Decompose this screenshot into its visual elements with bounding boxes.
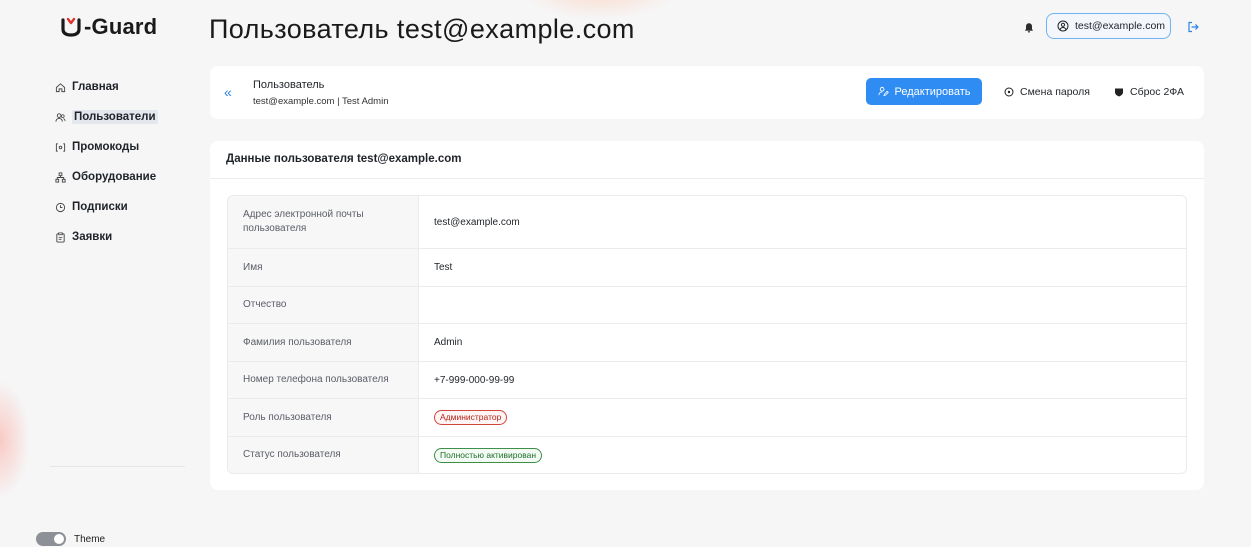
field-label: Адрес электронной почты пользователя [228,196,419,248]
table-row: Адрес электронной почты пользователя tes… [228,196,1186,248]
table-row: Фамилия пользователя Admin [228,323,1186,361]
field-label: Имя [228,249,419,286]
edit-button[interactable]: Редактировать [866,78,982,105]
edit-button-label: Редактировать [894,85,971,98]
field-value [419,287,1186,323]
theme-label: Theme [74,533,106,545]
back-button[interactable]: « [224,84,232,100]
page-title: Пользователь test@example.com [209,14,635,44]
field-label: Роль пользователя [228,399,419,436]
promo-icon [54,141,66,153]
table-row: Статус пользователя Полностью активирова… [228,436,1186,473]
theme-toggle[interactable] [36,532,66,546]
theme-switch[interactable]: Theme [36,532,105,546]
reset-2fa-button[interactable]: Сброс 2ФА [1114,78,1184,105]
sidebar-item-label: Промокоды [72,141,140,153]
hardware-icon [54,171,66,183]
change-password-button[interactable]: Смена пароля [1004,78,1090,105]
sidebar-item-hardware[interactable]: Оборудование [54,162,194,192]
field-value: Test [434,262,453,273]
sidebar-divider [50,466,185,467]
background-glow [0,380,30,500]
user-header-card: « Пользователь test@example.com | Test A… [210,66,1204,119]
table-row: Номер телефона пользователя +7-999-000-9… [228,361,1186,398]
sidebar-item-label: Пользователи [72,110,158,124]
field-label: Номер телефона пользователя [228,362,419,398]
field-label: Отчество [228,287,419,323]
user-card-title: Пользователь [253,79,325,91]
field-value: +7-999-000-99-99 [434,374,515,386]
field-value: Администратор [419,399,1186,436]
clock-icon [54,201,66,213]
table-row: Имя Test [228,248,1186,286]
role-badge: Администратор [434,410,508,425]
logout-icon[interactable] [1186,20,1200,34]
app-logo[interactable]: -Guard [60,14,157,40]
logo-text: -Guard [84,14,158,39]
sidebar-item-users[interactable]: Пользователи [54,102,194,132]
sidebar-item-label: Главная [72,81,119,93]
user-menu-button[interactable]: test@example.com [1046,13,1171,39]
field-value: Admin [434,337,463,348]
sidebar-nav: Главная Пользователи Промокоды Оборудова… [54,72,194,252]
logo-icon [61,17,81,37]
sidebar-item-home[interactable]: Главная [54,72,194,102]
user-details-card: Данные пользователя test@example.com Адр… [210,141,1204,490]
bell-icon[interactable] [1022,20,1036,34]
shield-icon [1115,88,1123,96]
details-title: Данные пользователя test@example.com [226,153,462,165]
home-icon [54,81,66,93]
table-row: Роль пользователя Администратор [228,398,1186,436]
status-badge: Полностью активирован [434,447,543,463]
users-icon [54,111,66,123]
reset-2fa-label: Сброс 2ФА [1130,85,1185,98]
field-value: test@example.com [434,216,520,228]
field-value: Полностью активирован [419,437,1186,473]
clipboard-icon [54,231,66,243]
details-divider [210,178,1204,179]
change-password-label: Смена пароля [1020,85,1090,98]
user-card-subtitle: test@example.com | Test Admin [253,96,389,107]
sidebar-item-label: Оборудование [72,171,157,183]
field-label: Фамилия пользователя [228,324,419,361]
sidebar-item-subscriptions[interactable]: Подписки [54,192,194,222]
field-label: Статус пользователя [228,437,419,473]
sidebar-item-label: Подписки [72,201,128,213]
user-email: test@example.com [1075,20,1166,32]
sidebar-item-promocodes[interactable]: Промокоды [54,132,194,162]
key-icon [1004,87,1014,96]
details-table: Адрес электронной почты пользователя tes… [227,195,1187,474]
user-edit-icon [877,86,889,97]
sidebar-item-requests[interactable]: Заявки [54,222,194,252]
user-circle-icon [1057,20,1069,32]
table-row: Отчество [228,286,1186,323]
sidebar-item-label: Заявки [72,231,113,243]
